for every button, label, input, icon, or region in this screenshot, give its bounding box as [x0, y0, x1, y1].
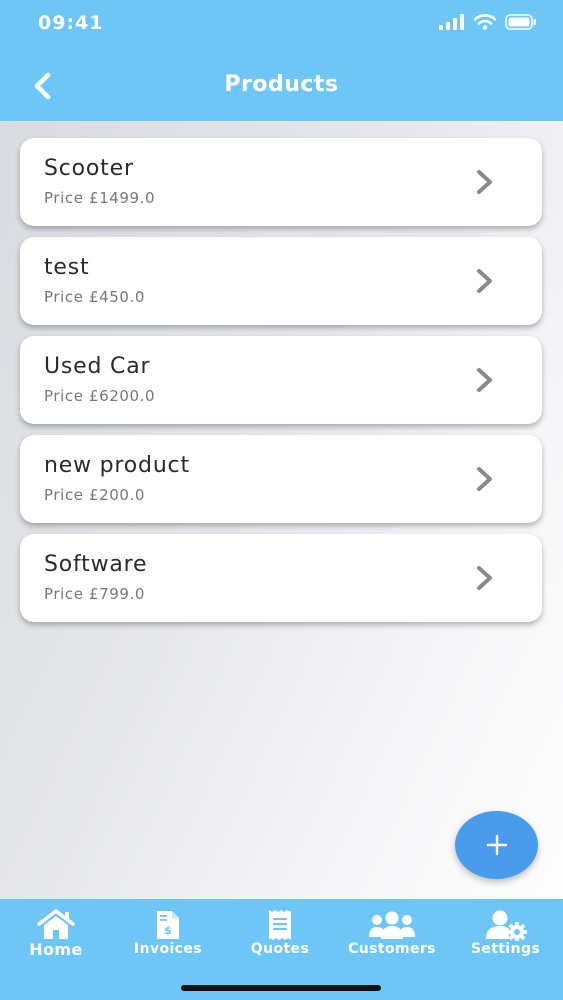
- product-card[interactable]: Software Price £799.0: [20, 534, 542, 622]
- product-card[interactable]: Used Car Price £6200.0: [20, 336, 542, 424]
- tab-settings[interactable]: Settings: [448, 899, 563, 979]
- product-price: Price £450.0: [44, 288, 146, 306]
- add-product-button[interactable]: [455, 811, 538, 879]
- product-card[interactable]: test Price £450.0: [20, 237, 542, 325]
- tab-label: Settings: [470, 941, 541, 957]
- invoice-icon: $: [157, 911, 179, 939]
- status-icons: [439, 14, 537, 30]
- tab-quotes[interactable]: Quotes: [224, 899, 336, 979]
- battery-icon: [505, 14, 536, 30]
- product-name: Software: [44, 552, 148, 577]
- product-price: Price £6200.0: [44, 387, 156, 405]
- chevron-right-icon: [477, 170, 492, 194]
- product-name: Scooter: [44, 156, 134, 181]
- status-time: 09:41: [38, 12, 104, 34]
- chevron-right-icon: [477, 368, 492, 392]
- product-name: Used Car: [44, 354, 151, 379]
- tab-customers[interactable]: Customers: [336, 899, 448, 979]
- chevron-right-icon: [477, 269, 492, 293]
- chevron-right-icon: [477, 467, 492, 491]
- product-price: Price £200.0: [44, 486, 146, 504]
- signal-icon: [439, 14, 464, 30]
- users-icon: [369, 911, 415, 939]
- app-header: 09:41 Products: [0, 0, 563, 121]
- home-indicator: [181, 985, 381, 991]
- product-name: test: [44, 255, 90, 280]
- receipt-icon: [269, 910, 291, 940]
- user-settings-icon: [485, 910, 527, 941]
- product-card[interactable]: Scooter Price £1499.0: [20, 138, 542, 226]
- wifi-icon: [474, 14, 496, 30]
- chevron-right-icon: [477, 566, 492, 590]
- product-card[interactable]: new product Price £200.0: [20, 435, 542, 523]
- tab-home[interactable]: Home: [0, 899, 112, 979]
- svg-text:$: $: [164, 924, 172, 937]
- product-name: new product: [44, 453, 190, 478]
- tab-label: Customers: [348, 941, 436, 957]
- product-price: Price £1499.0: [44, 189, 156, 207]
- product-price: Price £799.0: [44, 585, 146, 603]
- tab-label: Quotes: [250, 941, 310, 957]
- home-icon: [37, 909, 75, 939]
- tab-label: Invoices: [133, 941, 203, 957]
- page-title: Products: [224, 72, 339, 97]
- product-list: Scooter Price £1499.0 test Price £450.0 …: [20, 138, 542, 633]
- tab-label: Home: [29, 940, 83, 959]
- tab-invoices[interactable]: $ Invoices: [112, 899, 224, 979]
- plus-icon: [486, 834, 508, 856]
